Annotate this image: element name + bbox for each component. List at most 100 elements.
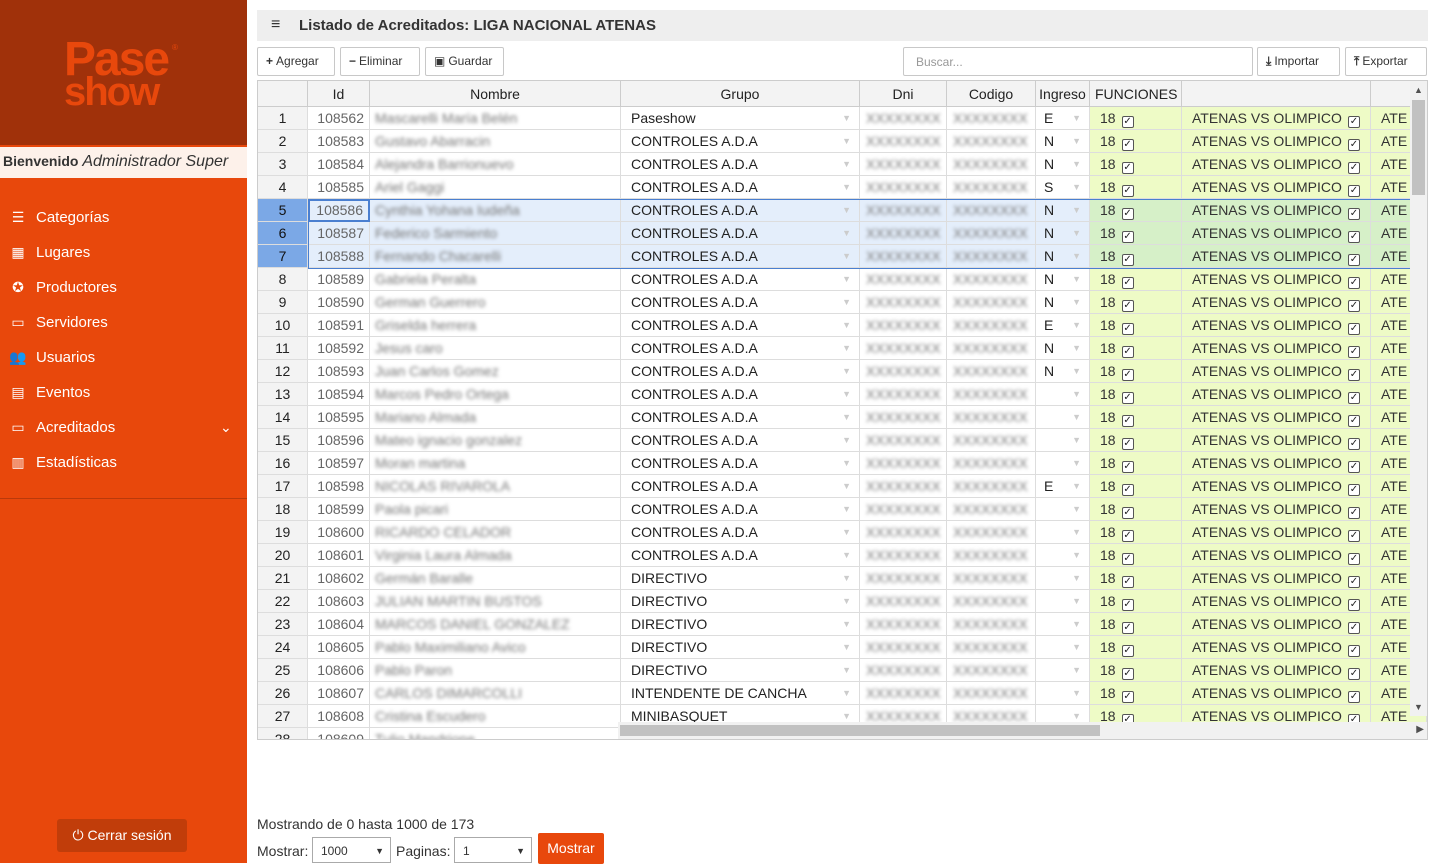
codigo-cell[interactable]: XXXXXXXX [947, 176, 1036, 199]
checkbox[interactable]: ✓ [1121, 300, 1134, 312]
dropdown-caret-icon[interactable]: ▼ [842, 590, 851, 612]
nombre-cell[interactable]: Cristina Escudero [370, 705, 621, 728]
table-row[interactable]: 21 108602 Germán Baralle DIRECTIVO ▼ XXXXXXXX… [258, 567, 1427, 590]
ingreso-cell[interactable]: N ▼ [1036, 130, 1090, 153]
vertical-scrollbar[interactable]: ▲ ▼ [1410, 81, 1427, 716]
id-cell[interactable]: 108592 [308, 337, 370, 360]
id-cell[interactable]: 108605 [308, 636, 370, 659]
table-row[interactable]: 10 108591 Griselda herrera CONTROLES A.D.A ▼… [258, 314, 1427, 337]
dropdown-caret-icon[interactable]: ▼ [842, 107, 851, 129]
evento-cell[interactable]: ATENAS VS OLIMPICO ✓ [1182, 406, 1371, 429]
id-cell[interactable]: 108586 [308, 199, 370, 222]
checkbox[interactable]: ✓ [1121, 254, 1134, 266]
checkbox[interactable]: ✓ [1347, 369, 1360, 381]
checkbox[interactable]: ✓ [1121, 162, 1134, 174]
dropdown-caret-icon[interactable]: ▼ [1072, 291, 1081, 313]
dni-cell[interactable]: XXXXXXXX [860, 590, 947, 613]
id-cell[interactable]: 108599 [308, 498, 370, 521]
table-row[interactable]: 23 108604 MARCOS DANIEL GONZALEZ DIRECTIVO ▼… [258, 613, 1427, 636]
id-cell[interactable]: 108600 [308, 521, 370, 544]
checkbox[interactable]: ✓ [1347, 599, 1360, 611]
codigo-cell[interactable]: XXXXXXXX [947, 383, 1036, 406]
nombre-cell[interactable]: Moran martina [370, 452, 621, 475]
codigo-cell[interactable]: XXXXXXXX [947, 153, 1036, 176]
dropdown-caret-icon[interactable]: ▼ [1072, 521, 1081, 543]
ingreso-cell[interactable]: N ▼ [1036, 268, 1090, 291]
codigo-cell[interactable]: XXXXXXXX [947, 498, 1036, 521]
ingreso-cell[interactable]: N ▼ [1036, 245, 1090, 268]
grupo-cell[interactable]: DIRECTIVO ▼ [621, 613, 860, 636]
dni-cell[interactable]: XXXXXXXX [860, 452, 947, 475]
id-cell[interactable]: 108595 [308, 406, 370, 429]
nombre-cell[interactable]: Pablo Maximiliano Avico [370, 636, 621, 659]
horizontal-scroll-thumb[interactable] [620, 725, 1100, 736]
checkbox[interactable]: ✓ [1121, 185, 1134, 197]
id-cell[interactable]: 108609 [308, 728, 370, 739]
scroll-right-icon[interactable]: ▶ [1416, 724, 1424, 735]
hamburger-icon[interactable]: ≡ [271, 17, 280, 33]
funciones-cell[interactable]: 18 ✓ [1090, 452, 1182, 475]
evento-cell[interactable]: ATENAS VS OLIMPICO ✓ [1182, 567, 1371, 590]
dropdown-caret-icon[interactable]: ▼ [842, 314, 851, 336]
evento-cell[interactable]: ATENAS VS OLIMPICO ✓ [1182, 429, 1371, 452]
table-row[interactable]: 13 108594 Marcos Pedro Ortega CONTROLES A.D… [258, 383, 1427, 406]
grupo-cell[interactable]: CONTROLES A.D.A ▼ [621, 452, 860, 475]
id-cell[interactable]: 108597 [308, 452, 370, 475]
checkbox[interactable]: ✓ [1121, 208, 1134, 220]
nombre-cell[interactable]: Tulio Mandrione [370, 728, 621, 739]
nav-item-eventos[interactable]: ▤ Eventos [0, 375, 247, 410]
checkbox[interactable]: ✓ [1347, 691, 1360, 703]
nombre-cell[interactable]: Juan Carlos Gomez [370, 360, 621, 383]
dropdown-caret-icon[interactable]: ▼ [1072, 199, 1081, 221]
checkbox[interactable]: ✓ [1347, 323, 1360, 335]
grupo-cell[interactable]: CONTROLES A.D.A ▼ [621, 291, 860, 314]
table-row[interactable]: 11 108592 Jesus caro CONTROLES A.D.A ▼ XXXXXX… [258, 337, 1427, 360]
dni-cell[interactable]: XXXXXXXX [860, 521, 947, 544]
table-row[interactable]: 16 108597 Moran martina CONTROLES A.D.A ▼ XXX… [258, 452, 1427, 475]
dropdown-caret-icon[interactable]: ▼ [1072, 406, 1081, 428]
dropdown-caret-icon[interactable]: ▼ [842, 245, 851, 267]
table-row[interactable]: 25 108606 Pablo Paron DIRECTIVO ▼ XXXXXXXX XXX… [258, 659, 1427, 682]
checkbox[interactable]: ✓ [1121, 369, 1134, 381]
funciones-cell[interactable]: 18 ✓ [1090, 475, 1182, 498]
codigo-cell[interactable]: XXXXXXXX [947, 337, 1036, 360]
checkbox[interactable]: ✓ [1121, 231, 1134, 243]
funciones-cell[interactable]: 18 ✓ [1090, 383, 1182, 406]
checkbox[interactable]: ✓ [1347, 254, 1360, 266]
column-header-event[interactable] [1182, 81, 1371, 107]
checkbox[interactable]: ✓ [1347, 185, 1360, 197]
nav-item-categorias[interactable]: ☰ Categorías [0, 200, 247, 235]
grupo-cell[interactable]: CONTROLES A.D.A ▼ [621, 406, 860, 429]
checkbox[interactable]: ✓ [1347, 622, 1360, 634]
dropdown-caret-icon[interactable]: ▼ [842, 153, 851, 175]
table-row[interactable]: 14 108595 Mariano Almada CONTROLES A.D.A ▼ XX… [258, 406, 1427, 429]
ingreso-cell[interactable]: E ▼ [1036, 107, 1090, 130]
evento-cell[interactable]: ATENAS VS OLIMPICO ✓ [1182, 452, 1371, 475]
ingreso-cell[interactable]: S ▼ [1036, 176, 1090, 199]
dropdown-caret-icon[interactable]: ▼ [1072, 268, 1081, 290]
dni-cell[interactable]: XXXXXXXX [860, 636, 947, 659]
dropdown-caret-icon[interactable]: ▼ [842, 406, 851, 428]
codigo-cell[interactable]: XXXXXXXX [947, 452, 1036, 475]
id-cell[interactable]: 108608 [308, 705, 370, 728]
id-cell[interactable]: 108607 [308, 682, 370, 705]
checkbox[interactable]: ✓ [1347, 645, 1360, 657]
dropdown-caret-icon[interactable]: ▼ [1072, 590, 1081, 612]
search-input[interactable] [903, 47, 1253, 76]
table-row[interactable]: 3 108584 Alejandra Barrionuevo CONTROLES A.… [258, 153, 1427, 176]
dropdown-caret-icon[interactable]: ▼ [842, 567, 851, 589]
column-header-codigo[interactable]: Codigo [947, 81, 1036, 107]
evento-cell[interactable]: ATENAS VS OLIMPICO ✓ [1182, 360, 1371, 383]
nombre-cell[interactable]: Pablo Paron [370, 659, 621, 682]
dropdown-caret-icon[interactable]: ▼ [1072, 544, 1081, 566]
codigo-cell[interactable]: XXXXXXXX [947, 245, 1036, 268]
dni-cell[interactable]: XXXXXXXX [860, 498, 947, 521]
evento-cell[interactable]: ATENAS VS OLIMPICO ✓ [1182, 314, 1371, 337]
checkbox[interactable]: ✓ [1121, 323, 1134, 335]
dropdown-caret-icon[interactable]: ▼ [842, 383, 851, 405]
funciones-cell[interactable]: 18 ✓ [1090, 521, 1182, 544]
codigo-cell[interactable]: XXXXXXXX [947, 429, 1036, 452]
ingreso-cell[interactable]: E ▼ [1036, 314, 1090, 337]
checkbox[interactable]: ✓ [1121, 691, 1134, 703]
nombre-cell[interactable]: Alejandra Barrionuevo [370, 153, 621, 176]
